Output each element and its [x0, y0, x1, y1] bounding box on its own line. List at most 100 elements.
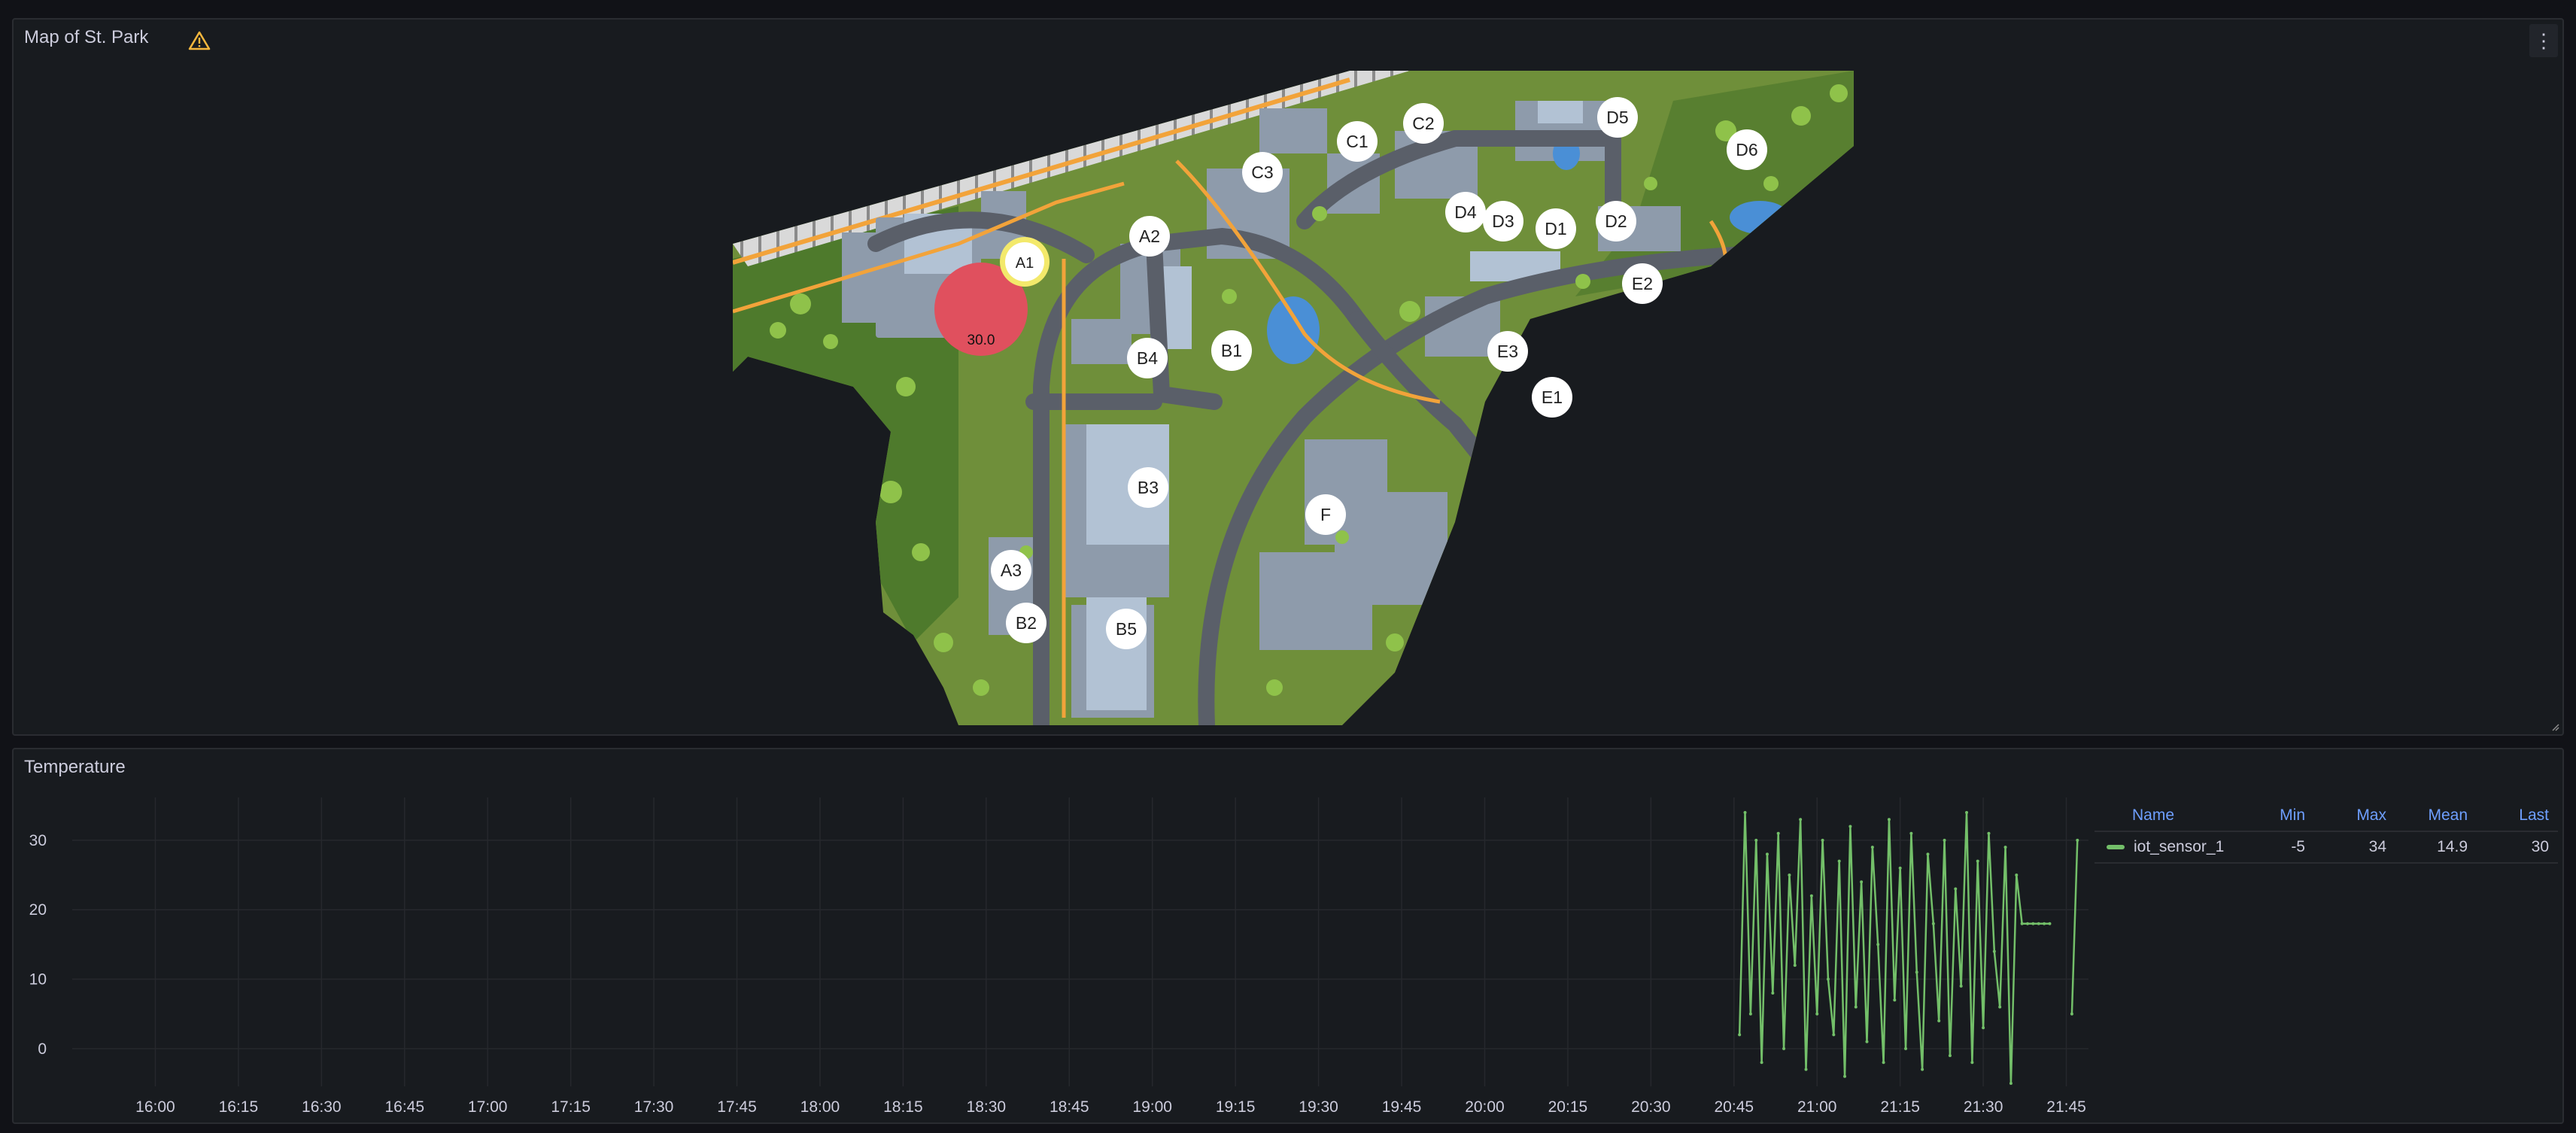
data-point: [1987, 831, 1991, 835]
data-point: [1860, 880, 1864, 884]
data-point: [2037, 922, 2040, 925]
x-tick-label: 16:15: [219, 1098, 259, 1116]
legend-col-last[interactable]: Last: [2477, 806, 2558, 825]
map-marker-a2[interactable]: A2: [1129, 216, 1170, 257]
data-point: [1954, 887, 1958, 891]
series-color-swatch: [2107, 845, 2125, 849]
data-point: [1915, 970, 1918, 974]
data-point: [1776, 831, 1780, 835]
map-panel-title: Map of St. Park: [24, 27, 149, 47]
data-point: [1843, 1074, 1847, 1078]
data-point: [2070, 1012, 2073, 1016]
data-point: [2026, 922, 2030, 925]
data-point: [1882, 1061, 1885, 1065]
map-marker-e2[interactable]: E2: [1622, 263, 1663, 304]
map-marker-b1[interactable]: B1: [1211, 330, 1252, 371]
map-marker-d6[interactable]: D6: [1727, 129, 1767, 170]
x-tick-label: 17:15: [551, 1098, 591, 1116]
x-tick-label: 18:45: [1050, 1098, 1089, 1116]
map-marker-b2[interactable]: B2: [1006, 603, 1046, 643]
data-point: [1837, 859, 1841, 863]
series-line-iot_sensor_1[interactable]: [2070, 840, 2079, 1014]
data-point: [1826, 977, 1830, 981]
map-marker-e1[interactable]: E1: [1532, 377, 1572, 418]
marker-label: D3: [1492, 211, 1514, 231]
panel-menu-button[interactable]: ⋮: [2529, 24, 2558, 57]
marker-label: D4: [1454, 202, 1477, 222]
map-marker-d4[interactable]: D4: [1445, 192, 1486, 232]
map-marker-d3[interactable]: D3: [1483, 201, 1523, 241]
x-tick-label: 20:00: [1465, 1098, 1505, 1116]
data-point: [1865, 1040, 1869, 1043]
y-tick-label: 30: [29, 832, 47, 849]
map-marker-c1[interactable]: C1: [1337, 121, 1378, 162]
map-marker-a1[interactable]: A1: [1000, 237, 1050, 287]
x-tick-label: 19:30: [1299, 1098, 1338, 1116]
x-tick-label: 17:30: [634, 1098, 674, 1116]
map-marker-f[interactable]: F: [1305, 494, 1346, 535]
data-point: [1793, 964, 1797, 967]
y-tick-label: 20: [29, 901, 47, 919]
map-marker-b4[interactable]: B4: [1127, 338, 1168, 378]
map-marker-c3[interactable]: C3: [1242, 152, 1283, 193]
data-point: [1965, 811, 1969, 814]
legend-row[interactable]: iot_sensor_1 -5 34 14.9 30: [2095, 832, 2558, 864]
data-point: [1799, 818, 1803, 822]
pond: [1730, 201, 1790, 234]
data-point: [1926, 852, 1930, 856]
x-tick-label: 18:15: [883, 1098, 923, 1116]
marker-label: D5: [1606, 108, 1628, 127]
legend-col-min[interactable]: Min: [2233, 806, 2314, 825]
marker-label: E3: [1497, 342, 1518, 361]
map-marker-e3[interactable]: E3: [1487, 331, 1528, 372]
data-point: [1788, 873, 1791, 877]
data-point: [1821, 838, 1824, 842]
data-point: [1898, 866, 1902, 870]
marker-label: E1: [1542, 387, 1563, 407]
x-tick-label: 16:45: [384, 1098, 424, 1116]
x-tick-label: 18:00: [800, 1098, 840, 1116]
data-point: [1931, 922, 1935, 925]
data-point: [1760, 1061, 1763, 1065]
map-marker-a3[interactable]: A3: [991, 550, 1031, 591]
series-line-iot_sensor_1[interactable]: [1738, 812, 2050, 1084]
map-marker-d2[interactable]: D2: [1596, 201, 1636, 241]
heat-circle-value: 30.0: [968, 333, 995, 348]
marker-label: E2: [1632, 274, 1653, 293]
x-tick-label: 19:15: [1216, 1098, 1256, 1116]
marker-label: B2: [1016, 613, 1037, 633]
legend-col-name[interactable]: Name: [2095, 806, 2233, 825]
data-point: [2003, 846, 2007, 849]
marker-label: D6: [1736, 140, 1757, 159]
marker-label: F: [1320, 505, 1331, 524]
warning-triangle-icon[interactable]: [188, 30, 211, 51]
map-marker-b3[interactable]: B3: [1128, 467, 1168, 508]
data-point: [1848, 825, 1852, 828]
data-point: [2076, 838, 2079, 842]
legend-max-value: 34: [2368, 838, 2386, 855]
marker-label: C1: [1346, 132, 1368, 151]
marker-label: A1: [1016, 255, 1034, 272]
marker-label: D2: [1605, 211, 1627, 231]
x-tick-label: 21:15: [1880, 1098, 1920, 1116]
legend-series-name[interactable]: iot_sensor_1: [2134, 838, 2224, 856]
x-tick-label: 20:30: [1631, 1098, 1671, 1116]
data-point: [1809, 894, 1813, 898]
x-tick-label: 21:30: [1964, 1098, 2003, 1116]
map-marker-c2[interactable]: C2: [1403, 103, 1444, 144]
campus-map[interactable]: 30.0 A1 A2 A3 B1 B2 B3 B4 B5 C1 C2 C3 D1 D2 D3 D4 D5 D6 E…: [733, 71, 1854, 725]
resize-handle-icon[interactable]: [2550, 722, 2559, 731]
temperature-chart[interactable]: 16:00 16:15 16:30 16:45 17:00 17:15 17:30 17:45…: [12, 767, 2088, 1121]
map-marker-d5[interactable]: D5: [1597, 97, 1638, 138]
legend-col-max[interactable]: Max: [2314, 806, 2395, 825]
x-tick-label: 17:45: [717, 1098, 757, 1116]
marker-label: C2: [1412, 114, 1434, 133]
data-point: [2043, 922, 2046, 925]
legend-last-value: 30: [2531, 838, 2549, 855]
marker-label: B5: [1116, 619, 1137, 639]
map-marker-d1[interactable]: D1: [1536, 208, 1576, 249]
x-tick-label: 16:00: [135, 1098, 175, 1116]
legend-col-mean[interactable]: Mean: [2395, 806, 2477, 825]
map-marker-b5[interactable]: B5: [1106, 609, 1147, 649]
data-point: [1815, 1012, 1819, 1016]
